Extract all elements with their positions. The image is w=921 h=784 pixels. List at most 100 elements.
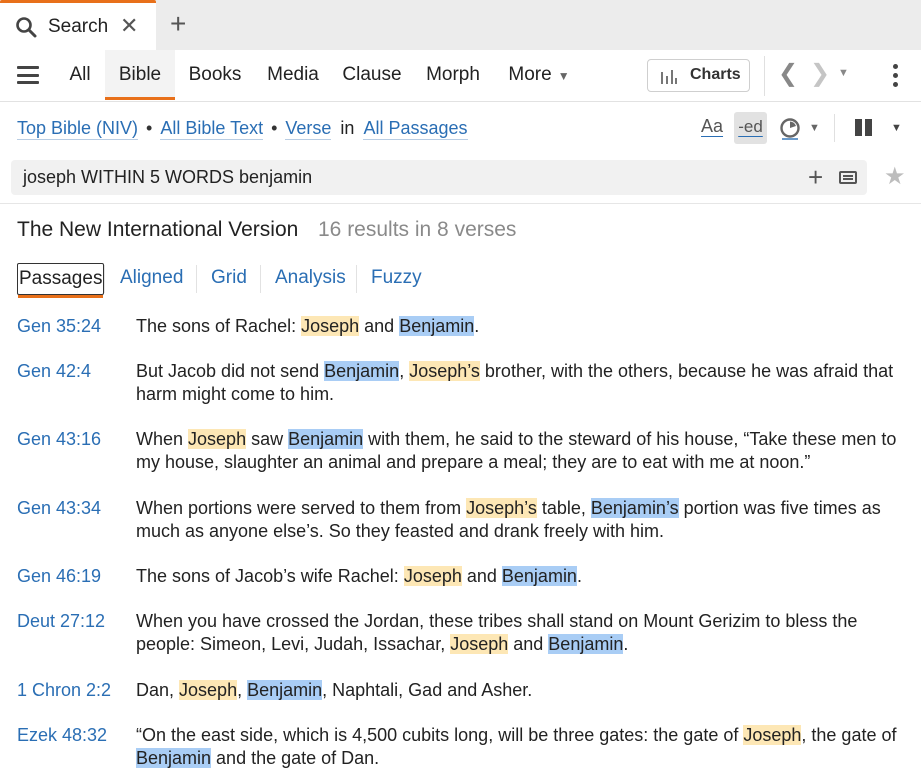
tab-all[interactable]: All <box>62 50 98 100</box>
columns-icon[interactable] <box>855 119 873 136</box>
verse-text-segment: The sons of Rachel: <box>136 316 302 336</box>
result-count: 16 results in 8 verses <box>318 218 517 241</box>
back-arrow-icon[interactable]: ❮ <box>778 62 798 86</box>
highlight-benjamin[interactable]: Benjamin’s <box>590 498 679 518</box>
verse-text-segment: and the gate of Dan. <box>211 748 380 768</box>
star-icon[interactable]: ★ <box>884 163 906 191</box>
verse-reference-link[interactable]: Gen 43:16 <box>17 429 101 450</box>
highlight-joseph[interactable]: Joseph <box>743 725 802 745</box>
chevron-down-icon: ▼ <box>557 69 570 83</box>
tab-bible[interactable]: Bible <box>105 50 175 100</box>
tab-more-label: More <box>508 64 552 85</box>
verse-reference-link[interactable]: Gen 46:19 <box>17 566 101 587</box>
tab-aligned[interactable]: Aligned <box>120 263 183 295</box>
highlight-benjamin[interactable]: Benjamin <box>288 429 364 449</box>
highlight-benjamin[interactable]: Benjamin <box>501 566 577 586</box>
unit-selector[interactable]: Verse <box>285 118 332 140</box>
tab-more[interactable]: More ▼ <box>505 50 573 100</box>
verse-text-segment: Dan, <box>136 680 180 700</box>
toolbar: All Bible Books Media Clause Morph More ▼… <box>0 50 921 102</box>
keyboard-icon[interactable] <box>839 171 857 184</box>
charts-button[interactable]: Charts <box>647 59 750 92</box>
tab-strip: Search ✕ + <box>0 0 921 50</box>
verse-text-segment: and <box>359 316 400 336</box>
verse-reference-link[interactable]: Deut 27:12 <box>17 611 105 632</box>
search-options: Top Bible (NIV) • All Bible Text • Verse in Al… <box>17 118 468 140</box>
verse-text: When portions were served to them from J… <box>136 497 911 543</box>
tab-divider <box>260 265 261 293</box>
bible-selector[interactable]: Top Bible (NIV) <box>17 118 139 140</box>
highlight-joseph[interactable]: Joseph <box>301 316 360 336</box>
verse-text-segment: The sons of Jacob’s wife Rachel: <box>136 566 404 586</box>
range-selector[interactable]: All Passages <box>363 118 468 140</box>
verse-text: “On the east side, which is 4,500 cubits… <box>136 724 911 770</box>
match-case-icon[interactable]: Aa <box>701 116 723 137</box>
verse-text-segment: , the gate of <box>801 725 897 745</box>
verse-text-segment: , <box>237 680 248 700</box>
highlight-benjamin[interactable]: Benjamin <box>548 634 624 654</box>
forward-arrow-icon[interactable]: ❯ <box>810 62 830 86</box>
verse-text-segment: , Naphtali, Gad and Asher. <box>322 680 533 700</box>
highlight-benjamin[interactable]: Benjamin <box>247 680 323 700</box>
tab-clause[interactable]: Clause <box>340 50 404 100</box>
tab-media[interactable]: Media <box>262 50 324 100</box>
scope-selector[interactable]: All Bible Text <box>160 118 264 140</box>
tab-grid[interactable]: Grid <box>211 263 247 295</box>
close-icon[interactable]: ✕ <box>120 14 138 38</box>
verse-text-segment: . <box>576 566 582 586</box>
charts-label: Charts <box>690 66 741 83</box>
highlight-joseph[interactable]: Joseph <box>403 566 462 586</box>
verse-reference-link[interactable]: Gen 35:24 <box>17 316 101 337</box>
tab-morph[interactable]: Morph <box>421 50 485 100</box>
chevron-down-icon[interactable]: ▼ <box>891 122 902 134</box>
verse-text: When Joseph saw Benjamin with them, he s… <box>136 428 911 474</box>
timer-icon[interactable] <box>779 116 801 140</box>
tab-title: Search <box>48 16 109 37</box>
search-query[interactable]: joseph WITHIN 5 WORDS benjamin <box>23 167 312 188</box>
tab-divider <box>356 265 357 293</box>
verse-text-segment: . <box>474 316 480 336</box>
highlight-joseph[interactable]: Joseph’s <box>409 361 480 381</box>
bullet-separator: • <box>271 118 278 138</box>
verse-text-segment: table, <box>536 498 591 518</box>
toolbar-divider <box>764 56 765 96</box>
search-input[interactable]: joseph WITHIN 5 WORDS benjamin + <box>11 160 867 195</box>
verse-text-segment: But Jacob did not send <box>136 361 325 381</box>
verse-reference-link[interactable]: Ezek 48:32 <box>17 725 107 746</box>
menu-icon[interactable] <box>17 66 39 84</box>
highlight-joseph[interactable]: Joseph’s <box>466 498 537 518</box>
options-divider <box>834 114 835 142</box>
verse-text-segment: When <box>136 429 189 449</box>
match-forms-icon[interactable]: -ed <box>734 112 767 144</box>
tab-passages[interactable]: Passages <box>17 263 105 298</box>
history-chevron-down-icon[interactable]: ▼ <box>838 67 849 79</box>
verse-text: The sons of Jacob’s wife Rachel: Joseph … <box>136 565 911 588</box>
highlight-benjamin[interactable]: Benjamin <box>136 748 212 768</box>
verse-text: The sons of Rachel: Joseph and Benjamin. <box>136 315 911 338</box>
highlight-joseph[interactable]: Joseph <box>450 634 509 654</box>
in-label: in <box>340 118 355 138</box>
verse-text-segment: and <box>461 566 502 586</box>
highlight-benjamin[interactable]: Benjamin <box>324 361 400 381</box>
more-options-icon[interactable] <box>893 64 899 88</box>
verse-reference-link[interactable]: 1 Chron 2:2 <box>17 680 111 701</box>
highlight-joseph[interactable]: Joseph <box>179 680 238 700</box>
tab-fuzzy[interactable]: Fuzzy <box>371 263 422 295</box>
tab-search[interactable]: Search ✕ <box>0 0 156 50</box>
tab-divider <box>196 265 197 293</box>
highlight-benjamin[interactable]: Benjamin <box>399 316 475 336</box>
verse-text: But Jacob did not send Benjamin, Joseph’… <box>136 360 911 406</box>
header-divider <box>0 203 921 204</box>
verse-text-segment: . <box>623 634 629 654</box>
verse-text-segment: When portions were served to them from <box>136 498 467 518</box>
verse-text-segment: , <box>399 361 410 381</box>
tab-books[interactable]: Books <box>184 50 246 100</box>
highlight-joseph[interactable]: Joseph <box>188 429 247 449</box>
add-icon[interactable]: + <box>808 162 823 192</box>
tab-analysis[interactable]: Analysis <box>275 263 346 295</box>
plus-icon[interactable]: + <box>170 10 186 38</box>
verse-reference-link[interactable]: Gen 42:4 <box>17 361 91 382</box>
chevron-down-icon[interactable]: ▼ <box>809 122 820 134</box>
version-title: The New International Version <box>17 218 299 241</box>
verse-reference-link[interactable]: Gen 43:34 <box>17 498 101 519</box>
